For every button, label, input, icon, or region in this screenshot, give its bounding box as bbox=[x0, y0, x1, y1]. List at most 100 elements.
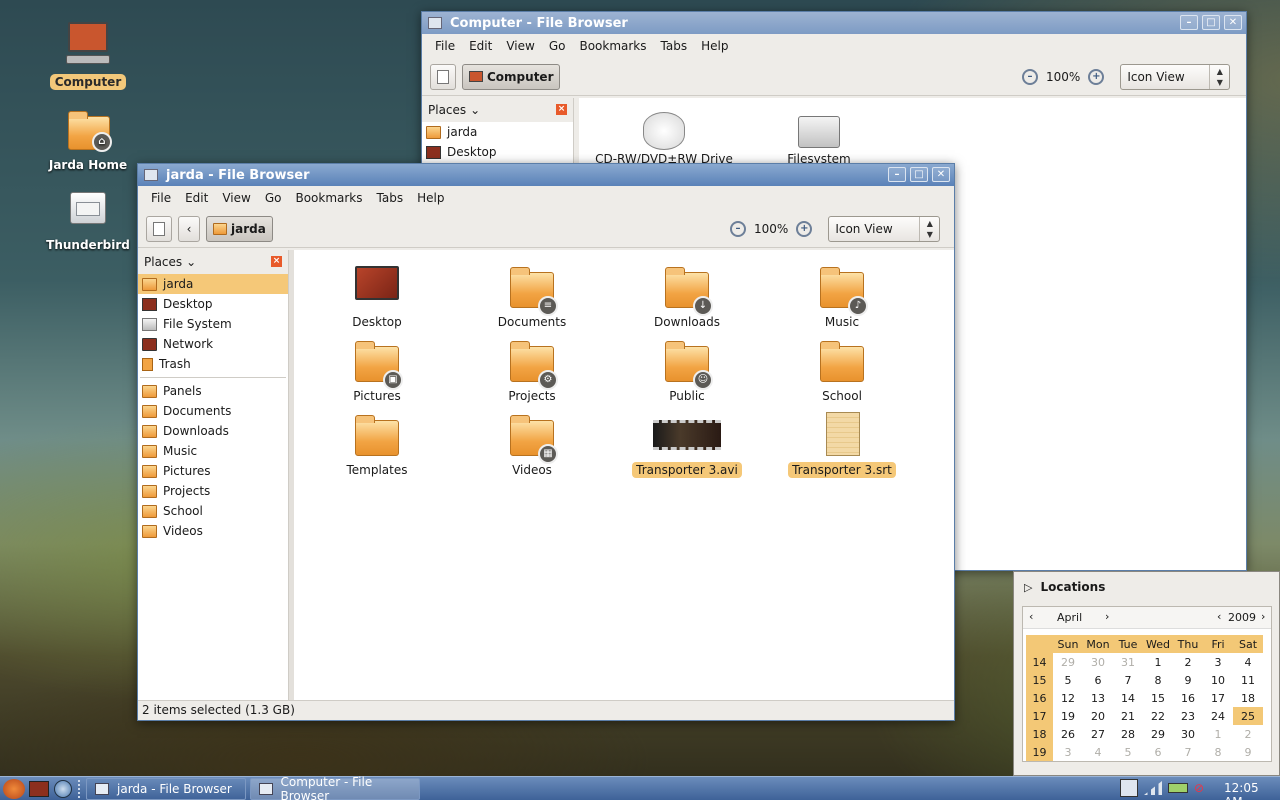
item-music[interactable]: ♪ Music bbox=[772, 264, 912, 330]
location-button-jarda[interactable]: jarda bbox=[206, 215, 273, 242]
sidebar-item-desktop[interactable]: Desktop bbox=[138, 294, 288, 314]
menu-bookmarks[interactable]: Bookmarks bbox=[572, 39, 653, 53]
sidebar-item-downloads[interactable]: Downloads bbox=[138, 421, 288, 441]
calendar-day[interactable]: 4 bbox=[1083, 743, 1113, 761]
calendar-day[interactable]: 5 bbox=[1053, 671, 1083, 689]
calendar-day[interactable]: 15 bbox=[1143, 689, 1173, 707]
item-pictures[interactable]: ▣ Pictures bbox=[307, 338, 447, 404]
sidebar-item-school[interactable]: School bbox=[138, 501, 288, 521]
menu-tabs[interactable]: Tabs bbox=[370, 191, 411, 205]
calendar-day[interactable]: 30 bbox=[1083, 653, 1113, 671]
item-desktop[interactable]: Desktop bbox=[307, 264, 447, 330]
item-videos[interactable]: ▦ Videos bbox=[462, 412, 602, 478]
workspace-switcher-icon[interactable] bbox=[1120, 779, 1138, 797]
clock[interactable]: 12:05 AM bbox=[1224, 781, 1280, 800]
calendar-day[interactable]: 17 bbox=[1203, 689, 1233, 707]
calendar-day[interactable]: 22 bbox=[1143, 707, 1173, 725]
menu-go[interactable]: Go bbox=[542, 39, 573, 53]
filesystem-item[interactable]: Filesystem bbox=[739, 112, 899, 166]
calendar-day[interactable]: 3 bbox=[1203, 653, 1233, 671]
minimize-button[interactable]: – bbox=[888, 167, 906, 182]
calendar-day[interactable]: 23 bbox=[1173, 707, 1203, 725]
taskbar-handle[interactable] bbox=[78, 779, 82, 798]
calendar-day[interactable]: 29 bbox=[1053, 653, 1083, 671]
menu-edit[interactable]: Edit bbox=[178, 191, 215, 205]
maximize-button[interactable]: □ bbox=[910, 167, 928, 182]
sidebar-item-pictures[interactable]: Pictures bbox=[138, 461, 288, 481]
menu-help[interactable]: Help bbox=[694, 39, 735, 53]
close-button[interactable]: ✕ bbox=[1224, 15, 1242, 30]
main-menu-icon[interactable] bbox=[3, 778, 25, 799]
close-sidebar-icon[interactable]: × bbox=[271, 256, 282, 267]
desktop-icon-jarda-home[interactable]: ⌂ Jarda Home bbox=[38, 106, 138, 172]
desktop-icon-thunderbird[interactable]: Thunderbird bbox=[38, 186, 138, 252]
calendar-day-today[interactable]: 25 bbox=[1233, 707, 1263, 725]
calendar-day[interactable]: 12 bbox=[1053, 689, 1083, 707]
location-button-computer[interactable]: Computer bbox=[462, 63, 561, 90]
desktop-icon-computer[interactable]: Computer bbox=[38, 22, 138, 90]
menu-help[interactable]: Help bbox=[410, 191, 451, 205]
calendar-day[interactable]: 21 bbox=[1113, 707, 1143, 725]
calendar-day[interactable]: 1 bbox=[1143, 653, 1173, 671]
item-transporter-srt[interactable]: Transporter 3.srt bbox=[772, 412, 912, 478]
titlebar[interactable]: jarda - File Browser – □ ✕ bbox=[138, 164, 954, 186]
calendar-day[interactable]: 1 bbox=[1203, 725, 1233, 743]
calendar-day[interactable]: 7 bbox=[1113, 671, 1143, 689]
sidebar-item-desktop[interactable]: Desktop bbox=[422, 142, 573, 162]
calendar-day[interactable]: 3 bbox=[1053, 743, 1083, 761]
calendar-day[interactable]: 28 bbox=[1113, 725, 1143, 743]
toggle-location-button[interactable] bbox=[146, 215, 172, 242]
battery-icon[interactable] bbox=[1168, 783, 1188, 793]
sidebar-item-jarda[interactable]: jarda bbox=[138, 274, 288, 294]
sidebar-item-jarda[interactable]: jarda bbox=[422, 122, 573, 142]
sidebar-item-videos[interactable]: Videos bbox=[138, 521, 288, 541]
menu-file[interactable]: File bbox=[144, 191, 178, 205]
sidebar-item-projects[interactable]: Projects bbox=[138, 481, 288, 501]
task-jarda-file-browser[interactable]: jarda - File Browser bbox=[86, 777, 246, 800]
item-projects[interactable]: ⚙ Projects bbox=[462, 338, 602, 404]
menu-tabs[interactable]: Tabs bbox=[654, 39, 695, 53]
locations-expander[interactable]: ▷ Locations bbox=[1024, 580, 1105, 594]
places-header[interactable]: Places ⌄ × bbox=[138, 250, 288, 274]
menu-edit[interactable]: Edit bbox=[462, 39, 499, 53]
calendar-day[interactable]: 24 bbox=[1203, 707, 1233, 725]
calendar-day[interactable]: 29 bbox=[1143, 725, 1173, 743]
toggle-location-button[interactable] bbox=[430, 63, 456, 90]
sidebar-item-panels[interactable]: Panels bbox=[138, 381, 288, 401]
calendar-day[interactable]: 14 bbox=[1113, 689, 1143, 707]
sidebar-item-documents[interactable]: Documents bbox=[138, 401, 288, 421]
zoom-in-icon[interactable]: + bbox=[1088, 69, 1105, 85]
item-public[interactable]: ☺ Public bbox=[617, 338, 757, 404]
show-desktop-icon[interactable] bbox=[29, 780, 49, 797]
item-school[interactable]: School bbox=[772, 338, 912, 404]
calendar-day[interactable]: 19 bbox=[1053, 707, 1083, 725]
calendar-day[interactable]: 9 bbox=[1233, 743, 1263, 761]
next-year-icon[interactable]: › bbox=[1261, 610, 1265, 623]
item-transporter-avi[interactable]: Transporter 3.avi bbox=[617, 412, 757, 478]
calendar-day[interactable]: 30 bbox=[1173, 725, 1203, 743]
calendar-day[interactable]: 20 bbox=[1083, 707, 1113, 725]
sidebar-item-trash[interactable]: Trash bbox=[138, 354, 288, 374]
calendar-day[interactable]: 2 bbox=[1173, 653, 1203, 671]
calendar-day[interactable]: 8 bbox=[1203, 743, 1233, 761]
sidebar-item-music[interactable]: Music bbox=[138, 441, 288, 461]
calendar-day[interactable]: 11 bbox=[1233, 671, 1263, 689]
cdrom-drive-item[interactable]: CD-RW/DVD±RW Drive bbox=[584, 112, 744, 166]
view-mode-select[interactable]: Icon View ▲ ▼ bbox=[1120, 64, 1231, 90]
calendar-day[interactable]: 2 bbox=[1233, 725, 1263, 743]
calendar-day[interactable]: 5 bbox=[1113, 743, 1143, 761]
network-signal-icon[interactable] bbox=[1144, 781, 1162, 795]
calendar-day[interactable]: 4 bbox=[1233, 653, 1263, 671]
calendar-day[interactable]: 6 bbox=[1083, 671, 1113, 689]
calendar-day[interactable]: 6 bbox=[1143, 743, 1173, 761]
calendar-day[interactable]: 16 bbox=[1173, 689, 1203, 707]
browser-launcher-icon[interactable] bbox=[54, 779, 72, 798]
menu-bookmarks[interactable]: Bookmarks bbox=[288, 191, 369, 205]
sidebar-item-network[interactable]: Network bbox=[138, 334, 288, 354]
titlebar[interactable]: Computer - File Browser – □ ✕ bbox=[422, 12, 1246, 34]
calendar-day[interactable]: 18 bbox=[1233, 689, 1263, 707]
calendar-day[interactable]: 26 bbox=[1053, 725, 1083, 743]
calendar-day[interactable]: 7 bbox=[1173, 743, 1203, 761]
back-button[interactable]: ‹ bbox=[178, 215, 200, 242]
zoom-out-icon[interactable]: – bbox=[1022, 69, 1038, 85]
